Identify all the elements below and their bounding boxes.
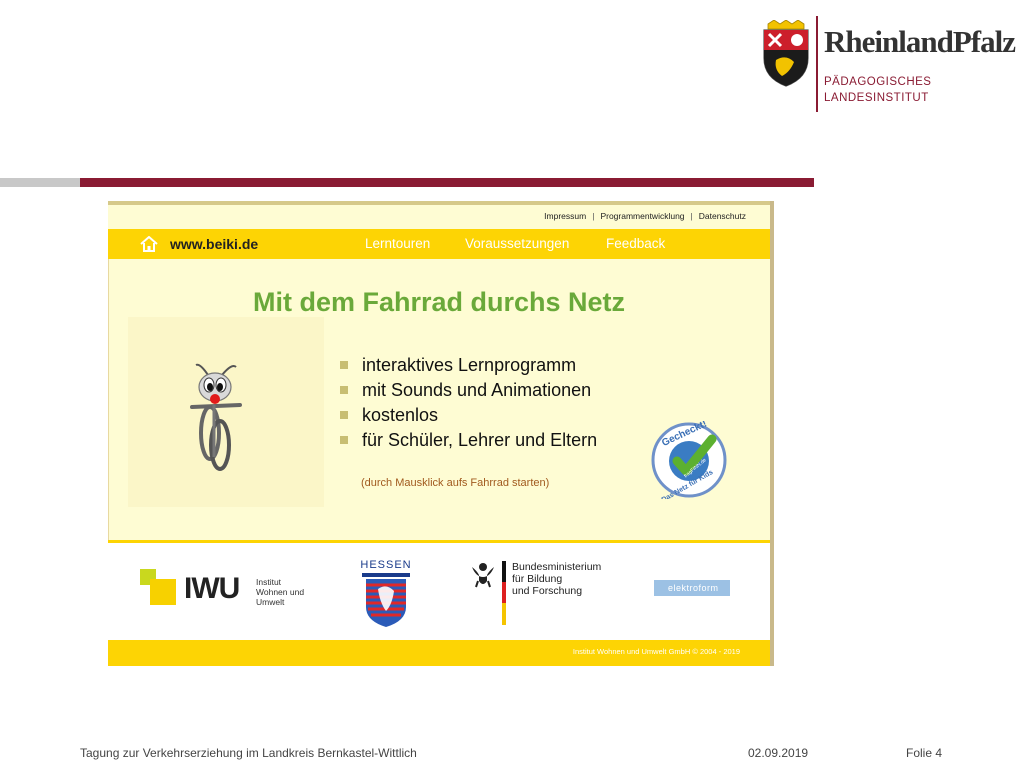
- logo-divider: [816, 16, 818, 112]
- footer-date: 02.09.2019: [748, 746, 809, 760]
- link-datenschutz[interactable]: Datenschutz: [699, 211, 746, 221]
- feature-list: interaktives Lernprogramm mit Sounds und…: [340, 355, 597, 455]
- nav-lerntouren[interactable]: Lerntouren: [365, 236, 430, 251]
- nav-voraussetzungen[interactable]: Voraussetzungen: [465, 236, 569, 251]
- site-top-strip: Impressum | Programmentwicklung | Datenschut…: [108, 201, 770, 229]
- iwu-sub-line: Umwelt: [256, 597, 285, 607]
- bmbf-line: Bundesministerium: [512, 561, 602, 573]
- feature-item: interaktives Lernprogramm: [340, 355, 597, 380]
- iwu-subtitle: Institut Wohnen und Umwelt: [256, 577, 326, 607]
- site-url[interactable]: www.beiki.de: [170, 236, 258, 252]
- partner-logos: IWU Institut Wohnen und Umwelt HESSEN Bu…: [108, 543, 770, 640]
- hessen-logo[interactable]: HESSEN: [360, 559, 412, 629]
- copyright-text: Institut Wohnen und Umwelt GmbH © 2004 -…: [572, 647, 740, 656]
- site-navbar: www.beiki.de Lerntouren Voraussetzungen …: [108, 229, 770, 259]
- coat-of-arms-icon: [763, 20, 809, 87]
- bicycle-mascot-icon[interactable]: [188, 361, 258, 471]
- link-impressum[interactable]: Impressum: [544, 211, 586, 221]
- footer-event-title: Tagung zur Verkehrserziehung im Landkrei…: [80, 746, 417, 760]
- link-separator: |: [690, 211, 693, 221]
- top-links: Impressum | Programmentwicklung | Datenschut…: [544, 211, 746, 221]
- bmbf-name: Bundesministerium für Bildung und Forsch…: [512, 561, 601, 597]
- site-footer: Institut Wohnen und Umwelt GmbH © 2004 -…: [108, 640, 770, 666]
- bike-start-area[interactable]: [128, 317, 324, 507]
- nav-feedback[interactable]: Feedback: [606, 236, 665, 251]
- logo-subtitle-line1: PÄDAGOGISCHES: [824, 76, 932, 88]
- home-icon[interactable]: [140, 236, 158, 252]
- iwu-sub-line: Wohnen und: [256, 587, 305, 597]
- site-headline: Mit dem Fahrrad durchs Netz: [252, 287, 626, 317]
- feature-item: für Schüler, Lehrer und Eltern: [340, 430, 597, 455]
- feature-item: mit Sounds und Animationen: [340, 380, 597, 405]
- title-bar-red: [80, 178, 814, 187]
- feature-item: kostenlos: [340, 405, 597, 430]
- link-separator: |: [592, 211, 595, 221]
- title-bar-gray: [0, 178, 80, 187]
- website-screenshot: Impressum | Programmentwicklung | Datenschut…: [108, 201, 774, 666]
- hessen-label: HESSEN: [360, 559, 412, 571]
- fragfinn-badge[interactable]: Gecheckt! fragFINN.de Das Netz für Kids: [650, 421, 728, 499]
- german-flag-stripe: [502, 561, 506, 625]
- federal-eagle-icon: [472, 563, 494, 588]
- site-frame-edge: [770, 201, 774, 666]
- bmbf-line: und Forschung: [512, 585, 583, 597]
- footer-slide-number: Folie 4: [906, 746, 943, 760]
- logo-subtitle-line2: LANDESINSTITUT: [824, 92, 929, 104]
- hessen-lion-shield-icon: [362, 573, 410, 627]
- bmbf-line: für Bildung: [512, 573, 563, 585]
- link-programmentwicklung[interactable]: Programmentwicklung: [600, 211, 684, 221]
- bmbf-logo[interactable]: Bundesministerium für Bildung und Forsch…: [470, 559, 620, 629]
- iwu-logo[interactable]: IWU Institut Wohnen und Umwelt: [140, 565, 320, 609]
- rlp-logo: RheinlandPfalz PÄDAGOGISCHES LANDESINSTI…: [760, 14, 1016, 114]
- logo-title: RheinlandPfalz: [824, 24, 1016, 59]
- iwu-wordmark: IWU: [184, 572, 240, 605]
- elektroform-logo[interactable]: elektroform: [654, 580, 730, 596]
- iwu-sub-line: Institut: [256, 577, 282, 587]
- start-hint: (durch Mausklick aufs Fahrrad starten): [361, 477, 550, 489]
- iwu-mark-icon: [140, 569, 176, 605]
